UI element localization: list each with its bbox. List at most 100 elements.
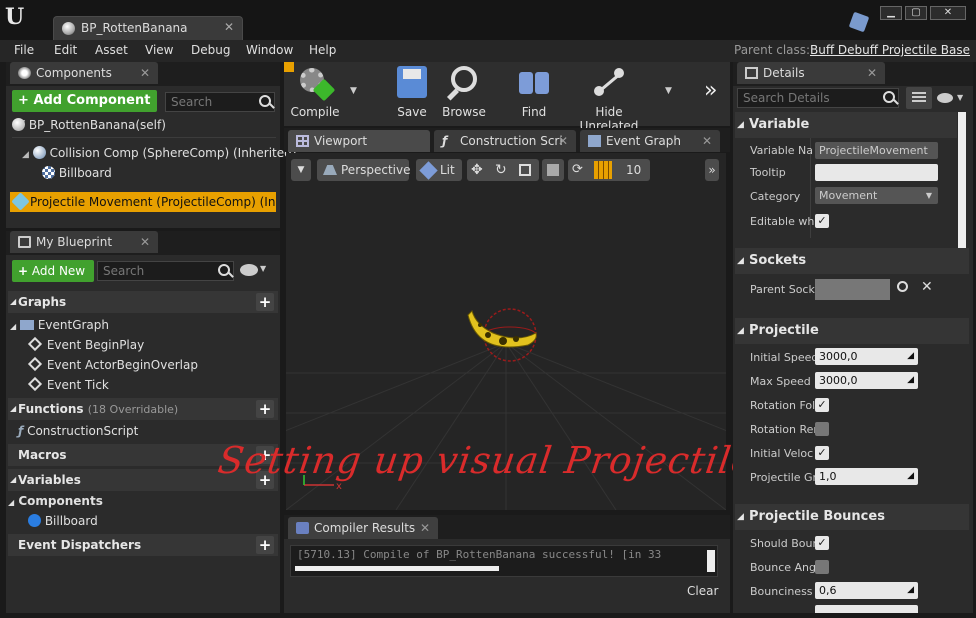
- maximize-button[interactable]: ▢: [905, 6, 927, 20]
- rotation-remains-checkbox[interactable]: [815, 422, 829, 436]
- my-blueprint-tab[interactable]: My Blueprint ✕: [10, 231, 158, 253]
- close-components-icon[interactable]: ✕: [140, 62, 150, 84]
- next-property-field[interactable]: [815, 605, 918, 613]
- components-search-input[interactable]: Search: [165, 92, 275, 112]
- gravity-scale-field[interactable]: 1,0 ◢: [815, 468, 918, 485]
- should-bounce-checkbox[interactable]: ✓: [815, 536, 829, 550]
- hide-unrelated-button[interactable]: Hide Unrelated: [566, 66, 652, 133]
- add-dispatcher-button[interactable]: +: [256, 536, 274, 554]
- viewport-overflow-icon[interactable]: »: [705, 159, 719, 181]
- clear-button[interactable]: Clear: [687, 584, 718, 598]
- hide-options-arrow-icon[interactable]: ▼: [665, 86, 672, 96]
- perspective-button[interactable]: Perspective: [317, 159, 411, 181]
- parent-socket-field[interactable]: [815, 279, 890, 300]
- clear-socket-icon[interactable]: ✕: [921, 279, 933, 295]
- blueprint-search-input[interactable]: Search: [97, 261, 234, 281]
- close-event-graph-tab-icon[interactable]: ✕: [702, 130, 712, 152]
- close-construction-tab-icon[interactable]: ✕: [558, 130, 568, 152]
- event-graph-item[interactable]: ◢ EventGraph: [10, 318, 109, 332]
- viewport-options-button[interactable]: ▼: [291, 159, 311, 181]
- view-options-arrow-icon[interactable]: ▼: [260, 264, 266, 273]
- add-component-button[interactable]: + Add Component ▼: [12, 90, 157, 129]
- max-speed-field[interactable]: 3000,0 ◢: [815, 372, 918, 389]
- tree-item-self[interactable]: BP_RottenBanana(self): [12, 118, 276, 138]
- event-begin-play-item[interactable]: Event BeginPlay: [27, 336, 144, 352]
- construction-script-item[interactable]: ƒ ConstructionScript: [18, 424, 138, 438]
- compiler-results-tab[interactable]: Compiler Results ✕: [288, 517, 438, 539]
- menu-window[interactable]: Window: [246, 43, 293, 57]
- scale-icon[interactable]: [519, 164, 531, 176]
- bounciness-field[interactable]: 0,6 ◢: [815, 582, 918, 599]
- close-my-blueprint-icon[interactable]: ✕: [140, 231, 150, 253]
- add-new-button[interactable]: + Add New ▼: [12, 260, 94, 299]
- add-function-button[interactable]: +: [256, 400, 274, 418]
- search-icon: [259, 95, 271, 107]
- parent-class-link[interactable]: Buff Debuff Projectile Base: [810, 43, 970, 57]
- grid-snap-value[interactable]: 10: [626, 159, 641, 181]
- variable-name-field[interactable]: ProjectileMovement: [815, 142, 938, 159]
- toolbar-overflow-icon[interactable]: »: [704, 78, 717, 103]
- save-button[interactable]: Save: [392, 66, 432, 119]
- menu-asset[interactable]: Asset: [95, 43, 128, 57]
- close-compiler-tab-icon[interactable]: ✕: [420, 517, 430, 539]
- construction-script-tab[interactable]: ƒ Construction Scri ✕: [434, 130, 576, 152]
- event-graph-tab[interactable]: Event Graph ✕: [580, 130, 720, 152]
- category-dropdown[interactable]: Movement ▼: [815, 187, 938, 204]
- projectile-section[interactable]: ◢ Projectile: [735, 318, 969, 344]
- menu-file[interactable]: File: [14, 43, 34, 57]
- details-search-input[interactable]: Search Details: [737, 88, 899, 108]
- tree-item-collision[interactable]: ◢ Collision Comp (SphereComp) (Inherited…: [22, 146, 296, 160]
- close-window-button[interactable]: ✕: [930, 6, 966, 20]
- rotation-follows-checkbox[interactable]: ✓: [815, 398, 829, 412]
- menu-debug[interactable]: Debug: [191, 43, 230, 57]
- lit-button[interactable]: Lit: [416, 159, 462, 181]
- menu-edit[interactable]: Edit: [54, 43, 77, 57]
- components-tab[interactable]: Components ✕: [10, 62, 158, 84]
- minimize-button[interactable]: ▁: [880, 6, 902, 20]
- world-local-icon[interactable]: ⟳: [572, 159, 583, 181]
- eye-icon[interactable]: [937, 93, 953, 103]
- unreal-logo-icon[interactable]: U: [5, 4, 29, 34]
- initial-speed-field[interactable]: 3000,0 ◢: [815, 348, 918, 365]
- viewport-tab[interactable]: Viewport: [288, 130, 430, 152]
- bounce-angle-checkbox[interactable]: [815, 560, 829, 574]
- components-category[interactable]: ◢ Components: [8, 494, 103, 508]
- event-actor-begin-overlap-item[interactable]: Event ActorBeginOverlap: [27, 356, 198, 372]
- menu-view[interactable]: View: [145, 43, 173, 57]
- tree-item-projectile-movement[interactable]: Projectile Movement (ProjectileComp) (In…: [10, 192, 276, 212]
- add-graph-button[interactable]: +: [256, 293, 274, 311]
- rotate-icon[interactable]: ↻: [495, 159, 507, 181]
- grid-snap-icon[interactable]: [594, 161, 612, 179]
- browse-button[interactable]: Browse: [440, 66, 488, 119]
- compile-button[interactable]: Compile: [290, 66, 340, 119]
- surface-snap-button[interactable]: [542, 159, 564, 181]
- find-button[interactable]: Find: [512, 66, 556, 119]
- compiler-log[interactable]: [5710.13] Compile of BP_RottenBanana suc…: [290, 545, 718, 577]
- details-view-options-arrow-icon[interactable]: ▼: [957, 93, 963, 102]
- details-tab[interactable]: Details ✕: [737, 62, 885, 84]
- tooltip-field[interactable]: [815, 164, 938, 181]
- billboard-variable-item[interactable]: Billboard: [28, 514, 98, 528]
- projectile-bounces-section[interactable]: ◢ Projectile Bounces: [735, 504, 969, 530]
- document-tab[interactable]: BP_RottenBanana ✕: [53, 16, 243, 40]
- event-tick-item[interactable]: Event Tick: [27, 376, 109, 392]
- menu-help[interactable]: Help: [309, 43, 336, 57]
- initial-velocity-checkbox[interactable]: ✓: [815, 446, 829, 460]
- details-scrollbar-thumb[interactable]: [958, 112, 966, 260]
- compile-options-arrow-icon[interactable]: ▼: [350, 86, 357, 96]
- sockets-section[interactable]: ◢ Sockets: [735, 248, 969, 274]
- translate-icon[interactable]: ✥: [471, 159, 483, 181]
- event-dispatchers-section[interactable]: Event Dispatchers: [8, 534, 278, 556]
- eye-icon[interactable]: [240, 264, 258, 276]
- browse-socket-icon[interactable]: [897, 281, 908, 292]
- variable-section[interactable]: ◢ Variable: [735, 112, 957, 138]
- log-vertical-scroll-thumb[interactable]: [707, 550, 715, 572]
- editable-checkbox[interactable]: ✓: [815, 214, 829, 228]
- functions-section[interactable]: ◢ Functions (18 Overridable): [8, 398, 278, 420]
- close-details-icon[interactable]: ✕: [867, 62, 877, 84]
- close-tab-icon[interactable]: ✕: [224, 20, 234, 34]
- tree-item-billboard[interactable]: Billboard: [42, 166, 112, 180]
- graphs-section[interactable]: ◢ Graphs: [8, 291, 278, 313]
- log-scroll-thumb[interactable]: [295, 566, 499, 571]
- property-matrix-button[interactable]: [906, 87, 932, 109]
